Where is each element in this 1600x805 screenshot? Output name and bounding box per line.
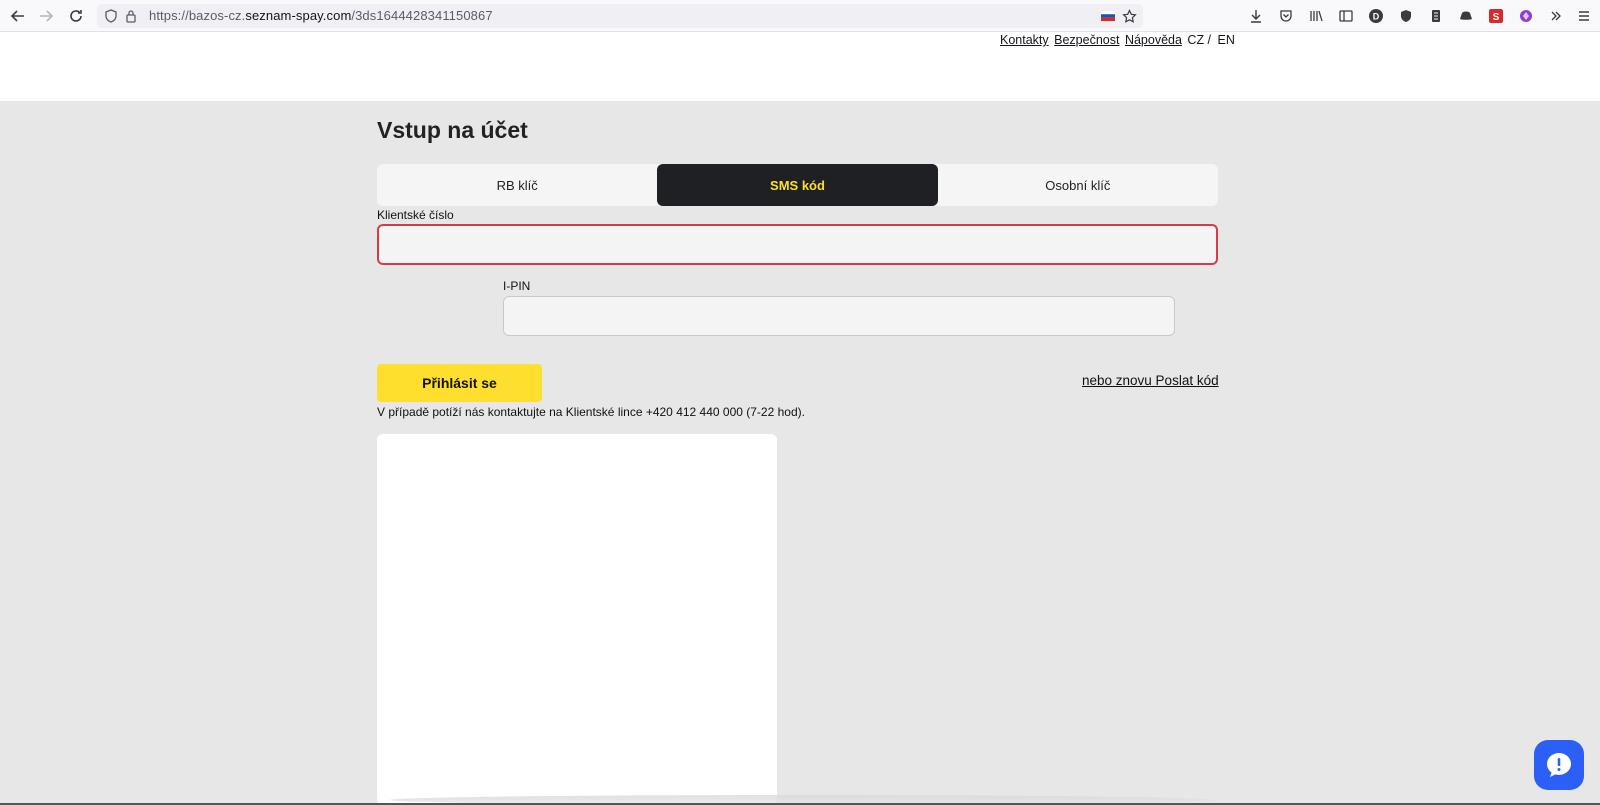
lang-en[interactable]: EN: [1218, 33, 1235, 47]
chat-bubble-icon: [1547, 753, 1571, 777]
forward-arrow-icon[interactable]: [36, 6, 56, 26]
tab-rb-key[interactable]: RB klíč: [377, 164, 657, 206]
help-link[interactable]: Nápověda: [1125, 33, 1182, 47]
help-text: V případě potíží nás kontaktujte na Klie…: [377, 405, 805, 419]
login-method-tabs: RB klíč SMS kód Osobní klíč: [377, 164, 1218, 206]
url-text[interactable]: https://bazos-cz.seznam-spay.com/3ds1644…: [149, 8, 493, 23]
page-title: Vstup na účet: [377, 117, 528, 143]
security-link[interactable]: Bezpečnost: [1054, 33, 1119, 47]
svg-text:S: S: [1493, 12, 1500, 23]
reload-icon[interactable]: [66, 6, 86, 26]
resend-code-link[interactable]: nebo znovu Poslat kód: [1082, 373, 1219, 388]
svg-text:D: D: [1373, 12, 1380, 22]
client-number-input[interactable]: [377, 224, 1218, 265]
scrollbar[interactable]: [1594, 33, 1600, 101]
s-extension-icon[interactable]: S: [1487, 7, 1505, 25]
ipin-label: I-PIN: [503, 279, 531, 293]
purple-extension-icon[interactable]: [1517, 7, 1535, 25]
page-header: [0, 33, 1594, 101]
browser-toolbar: https://bazos-cz.seznam-spay.com/3ds1644…: [0, 0, 1600, 32]
tab-sms-code[interactable]: SMS kód: [657, 164, 938, 206]
russian-flag-icon[interactable]: [1100, 8, 1116, 24]
pocket-icon[interactable]: [1277, 7, 1295, 25]
d-extension-icon[interactable]: D: [1367, 7, 1385, 25]
content-panel: [377, 434, 777, 805]
lang-cz[interactable]: CZ /: [1187, 33, 1211, 47]
main-content: [0, 101, 1600, 805]
tab-personal-key[interactable]: Osobní klíč: [938, 164, 1218, 206]
top-links: Kontakty Bezpečnost Nápověda CZ / EN: [1000, 33, 1235, 47]
url-bar[interactable]: https://bazos-cz.seznam-spay.com/3ds1644…: [97, 4, 1143, 28]
hat-icon[interactable]: [1457, 7, 1475, 25]
client-number-label: Klientské číslo: [377, 208, 454, 222]
overflow-chevrons-icon[interactable]: [1547, 7, 1565, 25]
download-icon[interactable]: [1247, 7, 1265, 25]
hamburger-menu-icon[interactable]: [1575, 7, 1593, 25]
library-icon[interactable]: [1307, 7, 1325, 25]
shield-icon[interactable]: [103, 8, 119, 24]
back-arrow-icon[interactable]: [8, 6, 28, 26]
lock-icon[interactable]: [123, 8, 139, 24]
ublock-shield-icon[interactable]: [1397, 7, 1415, 25]
contacts-link[interactable]: Kontakty: [1000, 33, 1049, 47]
notes-icon[interactable]: [1427, 7, 1445, 25]
chat-button[interactable]: [1534, 740, 1584, 790]
sidebar-icon[interactable]: [1337, 7, 1355, 25]
ipin-input[interactable]: [503, 296, 1175, 336]
star-bookmark-icon[interactable]: [1121, 8, 1137, 24]
login-button[interactable]: Přihlásit se: [377, 364, 542, 402]
